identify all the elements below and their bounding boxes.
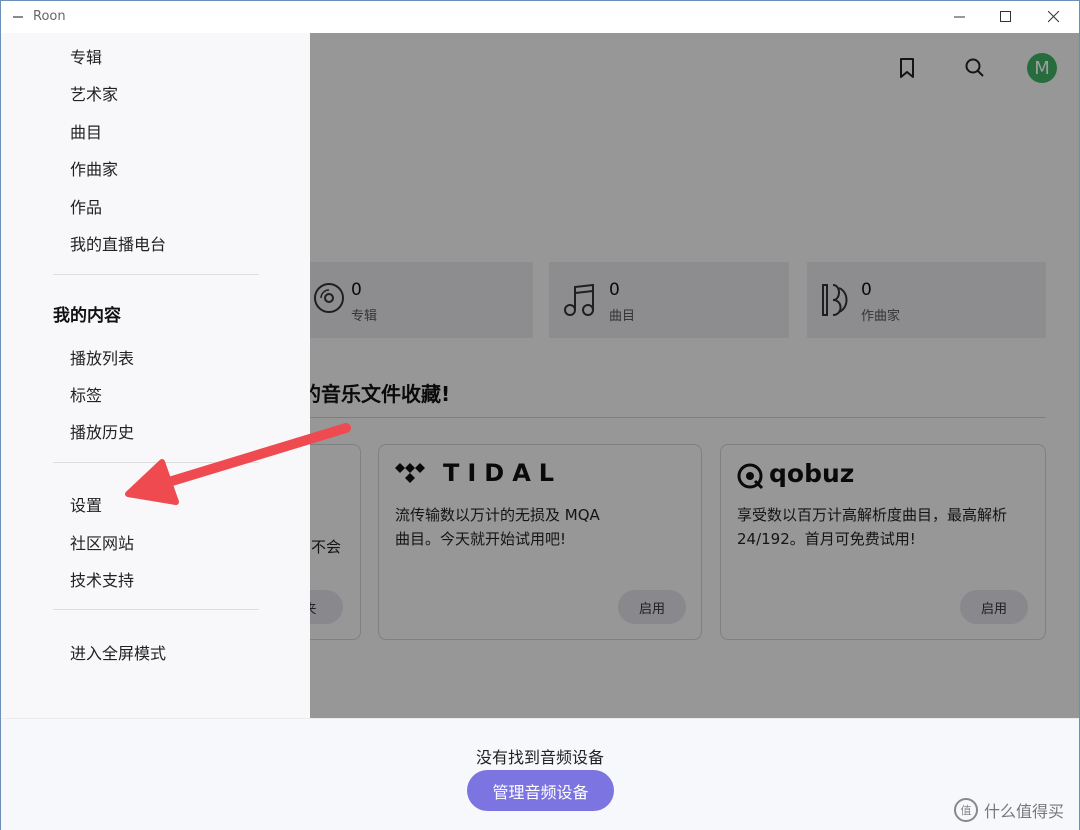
sidebar-divider — [53, 609, 259, 610]
sidebar-item-community[interactable]: 社区网站 — [70, 530, 134, 554]
sidebar-item-history[interactable]: 播放历史 — [70, 419, 134, 443]
sidebar-item-tags[interactable]: 标签 — [70, 382, 102, 406]
app-icon — [13, 16, 23, 18]
title-bar: Roon — [1, 1, 1079, 33]
sidebar-divider — [53, 274, 259, 275]
sidebar-item-live-radio[interactable]: 我的直播电台 — [70, 231, 166, 255]
sidebar-item-artists[interactable]: 艺术家 — [70, 81, 118, 105]
sidebar-item-albums[interactable]: 专辑 — [70, 44, 102, 68]
close-button[interactable] — [1031, 1, 1077, 33]
minimize-button[interactable] — [937, 1, 983, 33]
sidebar-item-composers[interactable]: 作曲家 — [70, 156, 118, 180]
sidebar-item-works[interactable]: 作品 — [70, 194, 102, 218]
no-device-status: 没有找到音频设备 — [475, 748, 604, 767]
sidebar-item-support[interactable]: 技术支持 — [70, 567, 134, 591]
watermark-logo-icon: 值 — [954, 798, 978, 822]
sidebar-item-tracks[interactable]: 曲目 — [70, 119, 102, 143]
minimize-icon — [954, 16, 965, 18]
sidebar-divider — [53, 462, 259, 463]
sidebar-heading-my-content: 我的内容 — [53, 306, 121, 326]
audio-device-bar: 没有找到音频设备 管理音频设备 值 什么值得买 — [1, 718, 1079, 830]
watermark: 值 什么值得买 — [954, 798, 1064, 822]
maximize-button[interactable] — [983, 1, 1029, 33]
window-title: Roon — [33, 9, 66, 24]
manage-audio-devices-button[interactable]: 管理音频设备 — [467, 770, 614, 811]
watermark-text: 什么值得买 — [984, 802, 1065, 821]
roon-window: Roon M 0 专辑 0 曲目 0 作曲家 的音乐文件收藏! 不会 TIDAL… — [0, 0, 1080, 830]
sidebar-item-settings[interactable]: 设置 — [70, 492, 102, 516]
close-icon — [1048, 11, 1060, 23]
sidebar: 专辑 艺术家 曲目 作曲家 作品 我的直播电台 我的内容 播放列表 标签 播放历… — [1, 33, 310, 718]
sidebar-item-playlists[interactable]: 播放列表 — [70, 345, 134, 369]
sidebar-item-fullscreen[interactable]: 进入全屏模式 — [70, 640, 166, 664]
maximize-icon — [1000, 11, 1011, 22]
